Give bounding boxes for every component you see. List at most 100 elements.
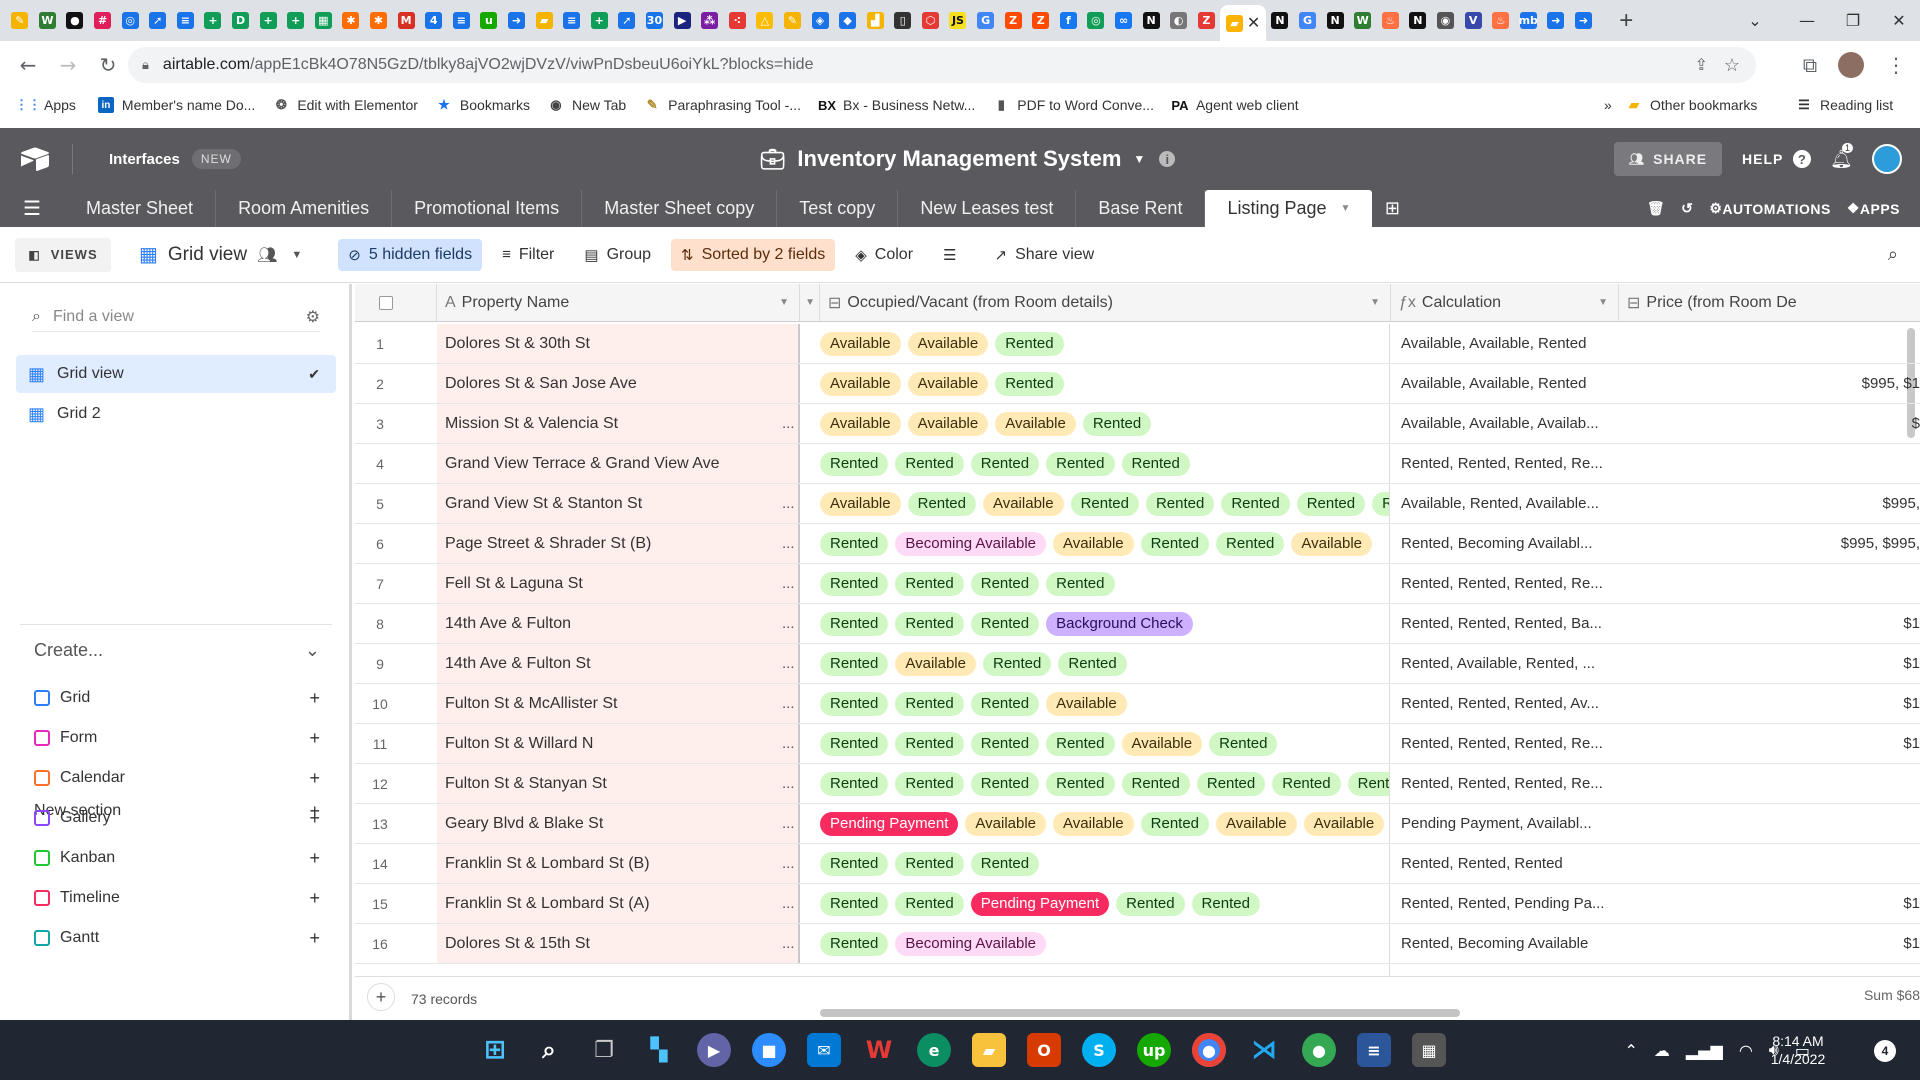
color-button[interactable]: ◈ Color — [845, 239, 923, 271]
price-cell[interactable] — [1619, 844, 1920, 883]
browser-tab[interactable]: ✎ — [6, 7, 34, 35]
calculation-cell[interactable]: Rented, Rented, Rented, Av... — [1391, 684, 1609, 723]
create-view-item[interactable]: Gallery + — [34, 808, 320, 828]
price-cell[interactable] — [1619, 764, 1920, 803]
occupied-vacant-cell[interactable]: Rented Rented Rented Rented Rented — [810, 444, 1390, 483]
notifications-bell-icon[interactable]: 🔔︎ 1 — [1830, 142, 1854, 170]
reload-icon[interactable]: ↻ — [90, 47, 126, 83]
calculation-cell[interactable]: Rented, Rented, Rented — [1391, 844, 1609, 883]
table-row[interactable]: 6 Page Street & Shrader St (B)... Rented Be… — [355, 524, 1920, 564]
chrome-icon[interactable]: ● — [1192, 1033, 1226, 1067]
occupied-vacant-cell[interactable]: Available Available Rented — [810, 324, 1390, 363]
occupied-vacant-cell[interactable]: Rented Rented Pending Payment Rented Rented — [810, 884, 1390, 923]
browser-tab[interactable]: N — [1404, 7, 1432, 35]
cloud-icon[interactable]: ☁ — [1654, 1041, 1670, 1060]
browser-tab[interactable]: ✎ — [779, 7, 807, 35]
task-view-icon[interactable]: ❐ — [587, 1033, 621, 1067]
price-cell[interactable]: $ — [1619, 404, 1920, 443]
table-tab[interactable]: Base Rent — [1076, 190, 1206, 227]
table-row[interactable]: 8 14th Ave & Fulton... Rented Rented Rented B… — [355, 604, 1920, 644]
table-tab[interactable]: Room Amenities — [216, 190, 393, 227]
minimize-button[interactable]: — — [1784, 0, 1830, 41]
browser-tab[interactable]: ≡ — [448, 7, 476, 35]
other-bookmarks[interactable]: ▰ Other bookmarks — [1626, 97, 1757, 113]
add-record-button[interactable]: + — [367, 983, 395, 1011]
column-header-occupied[interactable]: ⊟ Occupied/Vacant (from Room details) ▼ — [820, 284, 1391, 322]
table-row[interactable]: 9 14th Ave & Fulton St... Rented Available R… — [355, 644, 1920, 684]
browser-tab[interactable]: 4 — [420, 7, 448, 35]
table-row[interactable]: 1 Dolores St & 30th St Available Available R… — [355, 324, 1920, 364]
forward-icon[interactable]: → — [50, 47, 86, 83]
column-header-price[interactable]: ⊟ Price (from Room De — [1619, 284, 1920, 322]
new-tab-plus-icon[interactable]: + — [1611, 7, 1641, 35]
zoom-icon[interactable]: ■ — [752, 1033, 786, 1067]
calculation-cell[interactable]: Rented, Becoming Available — [1391, 924, 1609, 963]
file-explorer-icon[interactable]: ▰ — [972, 1033, 1006, 1067]
property-name-cell[interactable]: 14th Ave & Fulton — [437, 604, 800, 643]
bookmark-item[interactable]: ⋮⋮ Apps — [15, 97, 76, 113]
wps-office-icon[interactable]: W — [862, 1033, 896, 1067]
search-icon[interactable]: ⌕ — [1888, 244, 1898, 265]
sort-button[interactable]: ⇅ Sorted by 2 fields — [671, 238, 836, 271]
group-button[interactable]: ▤ Group — [574, 239, 661, 271]
browser-tab[interactable]: N — [1321, 7, 1349, 35]
calculation-cell[interactable]: Rented, Available, Rented, ... — [1391, 644, 1609, 683]
browser-tab[interactable]: ➜ — [1542, 7, 1570, 35]
occupied-vacant-cell[interactable]: Pending Payment Available Available Rented A… — [810, 804, 1390, 843]
windows-start-icon[interactable]: ⊞ — [478, 1033, 512, 1067]
browser-tab[interactable]: Z — [999, 7, 1027, 35]
occupied-vacant-cell[interactable]: Available Available Rented — [810, 364, 1390, 403]
occupied-vacant-cell[interactable]: Rented Rented Rented Rented — [810, 564, 1390, 603]
table-row[interactable]: 10 Fulton St & McAllister St... Rented Rent… — [355, 684, 1920, 724]
browser-tab[interactable]: ✱ — [337, 7, 365, 35]
browser-tab[interactable]: + — [585, 7, 613, 35]
back-icon[interactable]: ← — [10, 47, 46, 83]
property-name-cell[interactable]: Geary Blvd & Blake St — [437, 804, 800, 843]
bookmark-item[interactable]: ◉ New Tab — [548, 97, 626, 113]
price-cell[interactable] — [1619, 804, 1920, 843]
property-name-cell[interactable]: Fulton St & Stanyan St — [437, 764, 800, 803]
skype-icon[interactable]: S — [1082, 1033, 1116, 1067]
browser-tab[interactable]: G — [972, 7, 1000, 35]
table-row[interactable]: 12 Fulton St & Stanyan St... Rented Rented R… — [355, 764, 1920, 804]
occupied-vacant-cell[interactable]: Rented Becoming Available — [810, 924, 1390, 963]
browser-tab[interactable]: ◎ — [1082, 7, 1110, 35]
browser-tab[interactable]: ➜ — [1570, 7, 1598, 35]
property-name-cell[interactable]: Mission St & Valencia St — [437, 404, 800, 443]
base-title[interactable]: 💼︎ Inventory Management System ▼ i — [760, 146, 1176, 172]
create-view-item[interactable]: Grid + — [34, 688, 320, 708]
trash-icon[interactable]: 🗑︎ — [1647, 200, 1665, 217]
browser-tab[interactable]: mb — [1514, 7, 1542, 35]
browser-tab[interactable]: G — [1294, 7, 1322, 35]
browser-tab[interactable]: ▰ — [530, 7, 558, 35]
filter-button[interactable]: ≡ Filter — [492, 239, 564, 271]
occupied-vacant-cell[interactable]: Rented Rented Rented Rented Rented Rented Rent… — [810, 764, 1390, 803]
airtable-logo-icon[interactable] — [20, 147, 50, 171]
price-cell[interactable]: $1 — [1619, 684, 1920, 723]
calculation-cell[interactable]: Available, Rented, Available... — [1391, 484, 1609, 523]
browser-tab[interactable]: ▟ — [861, 7, 889, 35]
property-name-cell[interactable]: Franklin St & Lombard St (A) — [437, 884, 800, 923]
table-row[interactable]: 14 Franklin St & Lombard St (B)... Rented R… — [355, 844, 1920, 884]
browser-tab[interactable]: ◈ — [806, 7, 834, 35]
calculation-cell[interactable]: Available, Available, Availab... — [1391, 404, 1609, 443]
reading-list[interactable]: ☰ Reading list — [1796, 97, 1893, 113]
add-table-icon[interactable]: ⊞ — [1372, 190, 1412, 227]
calculation-cell[interactable]: Available, Available, Rented — [1391, 364, 1609, 403]
table-tab[interactable]: Promotional Items — [392, 190, 583, 227]
table-row[interactable]: 7 Fell St & Laguna St... Rented Rented Rente… — [355, 564, 1920, 604]
apps-button[interactable]: ❖ APPS — [1847, 200, 1900, 217]
profile-avatar[interactable] — [1838, 52, 1864, 78]
browser-tab[interactable]: f — [1055, 7, 1083, 35]
table-tab[interactable]: Master Sheet — [64, 190, 217, 227]
browser-tab[interactable]: ◉ — [1432, 7, 1460, 35]
sidebar-view-item[interactable]: ▦ Grid view ✔ — [16, 355, 336, 393]
browser-tab[interactable]: u — [475, 7, 503, 35]
calculation-cell[interactable]: Rented, Rented, Rented, Re... — [1391, 764, 1609, 803]
browser-tab[interactable]: ∞ — [1110, 7, 1138, 35]
occupied-vacant-cell[interactable]: Rented Becoming Available Available Rented R… — [810, 524, 1390, 563]
property-name-cell[interactable]: Fulton St & McAllister St — [437, 684, 800, 723]
create-view-item[interactable]: Calendar + — [34, 768, 320, 788]
browser-tab[interactable]: ♨ — [1487, 7, 1515, 35]
browser-tab[interactable]: ⁂ — [696, 7, 724, 35]
